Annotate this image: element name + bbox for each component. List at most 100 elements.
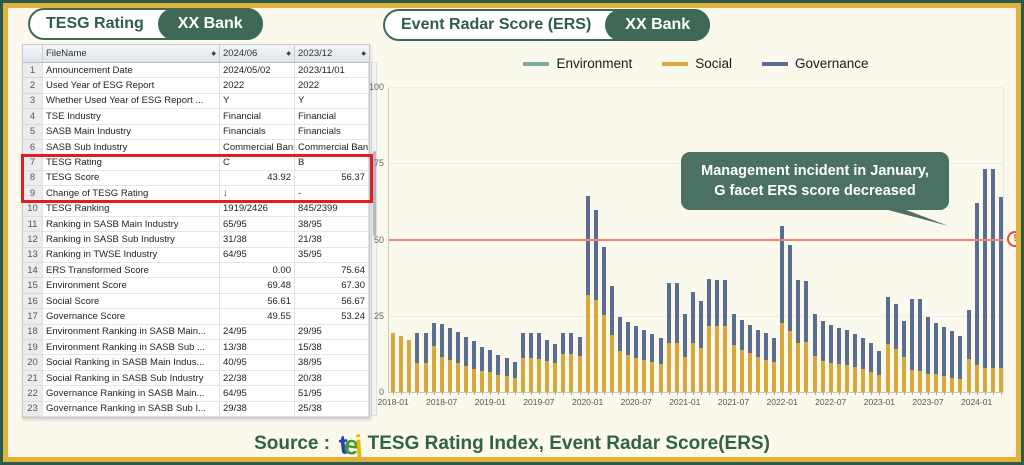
bar-2024-01: [975, 203, 979, 392]
bar-2023-09: [942, 327, 946, 392]
value-2023-12: Commercial Banks: [295, 140, 369, 155]
tesg-rating-title: TESG Rating: [30, 15, 160, 33]
table-row[interactable]: 6SASB Sub IndustryCommercial BanksCommer…: [23, 140, 369, 155]
bar-seg-social: [788, 331, 792, 392]
value-2023-12: 20/38: [295, 371, 369, 386]
bar-2019-11: [569, 333, 573, 392]
x-tick: [450, 392, 451, 395]
value-2024-06: 2024/05/02: [220, 63, 295, 78]
table-row[interactable]: 11Ranking in SASB Main Industry65/9538/9…: [23, 217, 369, 232]
table-row[interactable]: 23Governance Ranking in SASB Sub I...29/…: [23, 402, 369, 417]
bar-seg-social: [505, 376, 509, 392]
bar-seg-social: [958, 379, 962, 392]
bar-seg-social: [488, 372, 492, 392]
row-label: Governance Ranking in SASB Sub I...: [43, 402, 220, 417]
filename-header-label: FileName: [46, 48, 209, 59]
bar-2020-10: [659, 338, 663, 392]
x-tick: [944, 392, 945, 395]
table-row[interactable]: 21Social Ranking in SASB Sub Industry22/…: [23, 371, 369, 386]
table-row[interactable]: 9Change of TESG Rating↓-: [23, 186, 369, 201]
table-row[interactable]: 18Environment Ranking in SASB Main...24/…: [23, 325, 369, 340]
table-row[interactable]: 10TESG Ranking1919/2426845/2399: [23, 202, 369, 217]
row-label: TESG Score: [43, 171, 220, 186]
bar-2022-06: [821, 321, 825, 392]
value-2024-06: 0.00: [220, 263, 295, 278]
table-row[interactable]: 4TSE IndustryFinancialFinancial: [23, 109, 369, 124]
x-tick: [701, 392, 702, 395]
table-row[interactable]: 22Governance Ranking in SASB Main...64/9…: [23, 386, 369, 401]
table-row[interactable]: 16Social Score56.6156.67: [23, 294, 369, 309]
table-row[interactable]: 7TESG RatingCB: [23, 155, 369, 170]
bar-2018-05: [424, 333, 428, 393]
bar-2019-07: [537, 333, 541, 392]
table-row[interactable]: 1Announcement Date2024/05/022023/11/01: [23, 63, 369, 78]
bar-2022-09: [845, 330, 849, 392]
x-tick: [855, 392, 856, 395]
bar-seg-social: [594, 300, 598, 392]
value-2024-06: C: [220, 155, 295, 170]
bar-2019-04: [513, 362, 517, 392]
bar-2022-10: [853, 334, 857, 392]
bar-seg-social: [521, 358, 525, 392]
dashboard: TESG Rating XX Bank Event Radar Score (E…: [0, 0, 1024, 465]
sort-icon[interactable]: ◆: [286, 50, 291, 57]
bar-seg-governance: [813, 314, 817, 357]
legend-item-governance[interactable]: Governance: [762, 56, 869, 71]
table-row[interactable]: 2Used Year of ESG Report20222022: [23, 78, 369, 93]
bar-seg-governance: [650, 334, 654, 362]
table-row[interactable]: 3Whether Used Year of ESG Report ...YY: [23, 94, 369, 109]
sort-icon[interactable]: ◆: [361, 50, 366, 57]
table-row[interactable]: 13Ranking in TWSE Industry64/9535/95: [23, 248, 369, 263]
row-label: SASB Sub Industry: [43, 140, 220, 155]
bar-seg-governance: [780, 226, 784, 323]
col-2023-12-header[interactable]: 2023/12 ◆: [295, 45, 369, 62]
ers-title: Event Radar Score (ERS): [385, 16, 607, 34]
bar-2019-09: [553, 344, 557, 392]
value-2023-12: 56.37: [295, 171, 369, 186]
value-2024-06: 64/95: [220, 386, 295, 401]
annotation-callout: Management incident in January, G facet …: [681, 152, 949, 210]
row-number: 23: [23, 402, 43, 417]
table-row[interactable]: 19Environment Ranking in SASB Sub ...13/…: [23, 340, 369, 355]
bar-seg-social: [780, 323, 784, 392]
table-row[interactable]: 8TESG Score43.9256.37: [23, 171, 369, 186]
x-tick: [912, 392, 913, 395]
bar-seg-social: [877, 375, 881, 392]
table-row[interactable]: 20Social Ranking in SASB Main Indus...40…: [23, 355, 369, 370]
bar-seg-governance: [537, 333, 541, 358]
table-row[interactable]: 15Environment Score69.4867.30: [23, 278, 369, 293]
bar-2020-12: [675, 283, 679, 392]
table-row[interactable]: 14ERS Transformed Score0.0075.64: [23, 263, 369, 278]
table-row[interactable]: 5SASB Main IndustryFinancialsFinancials: [23, 125, 369, 140]
x-tick-label: 2023-01: [864, 397, 895, 407]
value-2023-12: 21/38: [295, 232, 369, 247]
bar-seg-governance: [926, 317, 930, 374]
sort-icon[interactable]: ◆: [211, 50, 216, 57]
bar-2021-01: [683, 314, 687, 392]
bar-2018-01: [391, 333, 395, 393]
x-tick: [588, 392, 589, 395]
x-tick: [993, 392, 994, 395]
x-tick: [952, 392, 953, 395]
bar-seg-governance: [569, 333, 573, 353]
bar-seg-governance: [496, 355, 500, 376]
bar-2021-04: [707, 279, 711, 392]
row-number: 13: [23, 248, 43, 263]
bar-seg-social: [610, 335, 614, 392]
bar-2019-02: [496, 355, 500, 393]
bar-seg-governance: [659, 338, 663, 364]
row-label: Used Year of ESG Report: [43, 78, 220, 93]
table-row[interactable]: 12Ranking in SASB Sub Industry31/3821/38: [23, 232, 369, 247]
table-row[interactable]: 17Governance Score49.5553.24: [23, 309, 369, 324]
legend-item-environment[interactable]: Environment: [523, 56, 632, 71]
col-2024-06-header[interactable]: 2024/06 ◆: [220, 45, 295, 62]
bar-2023-08: [934, 323, 938, 393]
bar-seg-social: [415, 363, 419, 392]
legend-item-social[interactable]: Social: [662, 56, 732, 71]
x-tick-label: 2019-01: [475, 397, 506, 407]
bar-2019-01: [488, 350, 492, 392]
filename-header[interactable]: FileName ◆: [43, 45, 220, 62]
row-label: Change of TESG Rating: [43, 186, 220, 201]
bar-seg-governance: [415, 333, 419, 364]
x-tick: [563, 392, 564, 395]
